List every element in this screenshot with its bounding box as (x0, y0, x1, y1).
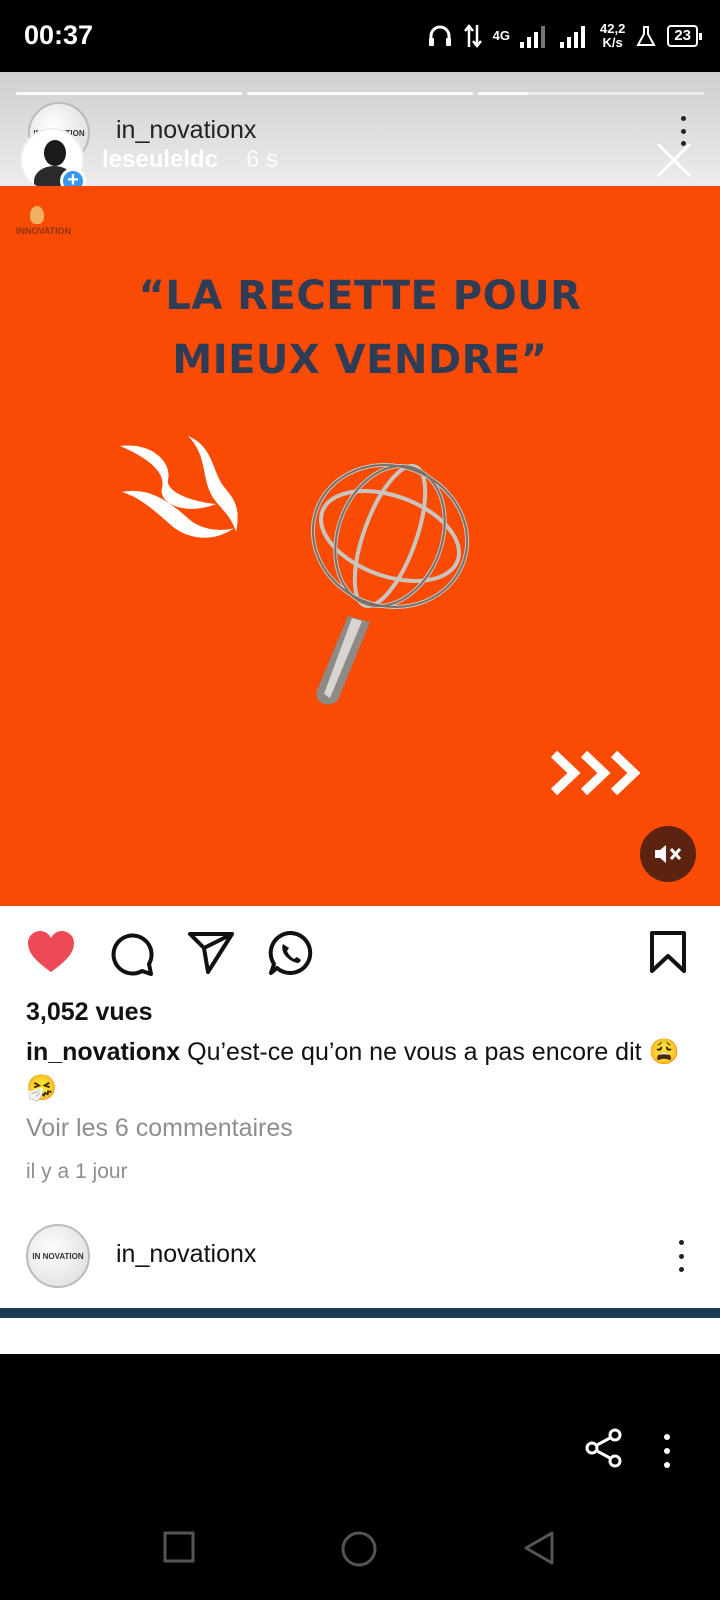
story-progress-fill (16, 92, 242, 95)
whatsapp-icon[interactable] (268, 930, 314, 981)
story-progress-fill (247, 92, 473, 95)
story-timestamp: 6 s (246, 146, 279, 173)
headline-line-2: MIEUX VENDRE” (172, 337, 548, 383)
image-logo: INNOVATION (16, 206, 71, 236)
send-icon[interactable] (188, 930, 234, 979)
story-header: IN NOVATION in_novationx + leseuleldc 6 … (0, 72, 720, 194)
network-speed: 42,2 K/s (600, 22, 625, 50)
heart-icon[interactable] (26, 930, 76, 979)
more-icon[interactable] (662, 1434, 672, 1468)
flame-illustration (112, 432, 252, 557)
story-progress-fill (478, 92, 528, 95)
next-avatar-logo-text: IN NOVATION (32, 1251, 84, 1261)
share-icon[interactable] (584, 1428, 624, 1473)
data-transfer-icon (463, 23, 483, 49)
post-timestamp: il y a 1 jour (26, 1160, 128, 1183)
story-progress-segment (247, 92, 473, 95)
signal-icon (520, 24, 550, 48)
post-details: 3,052 vues in_novationx Qu’est-ce qu’on … (0, 906, 720, 1354)
bulb-icon (30, 206, 44, 224)
status-icons: 4G 42,2 K/s 23 (427, 16, 702, 56)
speed-value: 42,2 (600, 21, 626, 36)
flask-icon (635, 25, 657, 47)
system-nav-bar (0, 1500, 720, 1600)
signal-icon-2 (560, 24, 590, 48)
network-type-label: 4G (492, 28, 510, 43)
caption-username[interactable]: in_novationx (26, 1038, 180, 1066)
post-caption: in_novationx Qu’est-ce qu’on ne vous a p… (26, 1034, 696, 1106)
recents-button[interactable] (162, 1530, 196, 1569)
story-progress (16, 92, 704, 95)
view-count: 3,052 vues (26, 998, 153, 1026)
mute-icon[interactable] (640, 826, 696, 882)
story-progress-segment (478, 92, 704, 95)
back-button[interactable] (522, 1530, 556, 1571)
network-type: 4G (493, 29, 510, 43)
view-comments-link[interactable]: Voir les 6 commentaires (26, 1114, 293, 1143)
bookmark-icon[interactable] (648, 930, 688, 979)
headphones-icon (427, 23, 453, 49)
next-post-more-icon[interactable] (676, 1240, 686, 1272)
media-headline: “LA RECETTE POUR MIEUX VENDRE” (0, 264, 720, 392)
story-username[interactable]: leseuleldc (102, 146, 218, 174)
post-author-username[interactable]: in_novationx (116, 116, 256, 145)
close-icon[interactable] (654, 140, 694, 180)
battery-indicator: 23 (667, 25, 702, 47)
speed-unit: K/s (602, 35, 623, 50)
next-post-avatar[interactable]: IN NOVATION (26, 1224, 90, 1288)
next-post-username[interactable]: in_novationx (116, 1240, 256, 1269)
image-logo-text: INNOVATION (16, 226, 72, 236)
home-button[interactable] (340, 1530, 378, 1573)
status-bar: 00:37 4G 42,2 K/s 23 (0, 0, 720, 72)
post-media[interactable]: INNOVATION “LA RECETTE POUR MIEUX VENDRE… (0, 186, 720, 906)
whisk-illustration (290, 456, 490, 721)
story-progress-segment (16, 92, 242, 95)
next-post-media[interactable] (0, 1308, 720, 1318)
headline-line-1: “LA RECETTE POUR (138, 273, 582, 319)
comment-icon[interactable] (108, 930, 154, 981)
next-arrows-icon (548, 748, 648, 803)
status-time: 00:37 (24, 20, 94, 50)
